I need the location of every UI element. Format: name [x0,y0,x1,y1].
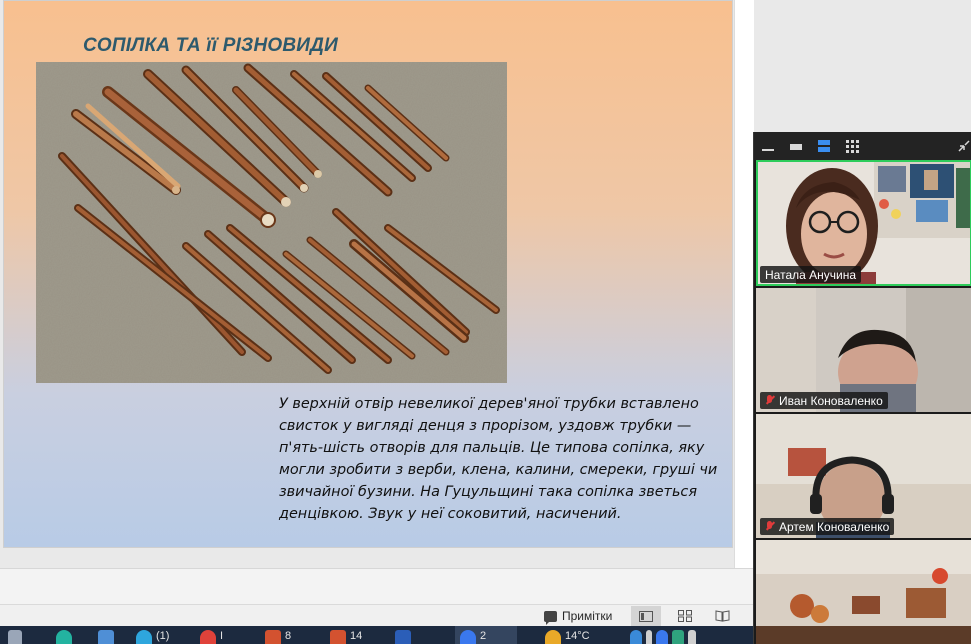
speaker-view-icon [818,139,830,152]
tray-small-icon [646,630,652,644]
taskbar-zoom[interactable]: 2 [460,630,486,644]
notes-toggle-label: Примітки [562,609,613,623]
gallery-view-button[interactable] [844,138,860,154]
word-icon [395,630,411,644]
normal-view-icon [639,610,653,622]
conference-toolbar [754,132,971,160]
slide-body-text[interactable]: У верхній отвір невеликої дерев'яної тру… [279,393,729,525]
participant-name: Иван Коноваленко [779,393,883,408]
taskbar-chrome[interactable]: I [200,630,223,644]
tray-zoom-icon [656,630,668,644]
taskbar-zoom-label: 2 [480,630,487,642]
participant-tile-3[interactable]: Артем Коноваленко [756,414,971,538]
slide[interactable]: СОПІЛКА ТА її РІЗНОВИДИ У верхній отвір … [3,0,733,548]
participant-name-tag: Артем Коноваленко [760,518,895,535]
powerpoint-icon [330,630,346,644]
editor-vertical-scrollbar[interactable] [734,0,754,568]
participant-name: Артем Коноваленко [779,519,890,534]
taskbar-weather[interactable]: 14°C [545,630,590,644]
video-conference-panel: Натала Анучина Иван Коноваленко Артем Ко… [753,132,971,644]
taskbar-powerpoint-1[interactable]: 8 [265,630,291,644]
calculator-icon [98,630,114,644]
participant-video-4 [756,540,971,644]
powerpoint-icon [265,630,281,644]
thumbnail-view-icon [790,144,802,150]
taskbar-powerpoint-1-label: 8 [285,630,292,642]
taskbar-word[interactable] [395,630,411,644]
taskbar-powerpoint-2[interactable]: 14 [330,630,362,644]
notes-toggle-button[interactable]: Примітки [538,606,618,626]
slide-sorter-view-button[interactable] [670,606,700,626]
participant-name-tag: Натала Анучина [760,266,862,283]
participant-tile-1[interactable]: Натала Анучина [756,160,971,286]
tray-onedrive-icon [630,630,642,644]
chrome-icon [200,630,216,644]
participant-name: Натала Анучина [765,267,857,282]
participant-name-tag: Иван Коноваленко [760,392,888,409]
edge-icon [56,630,72,644]
telegram-icon [136,630,152,644]
taskbar-powerpoint-2-label: 14 [350,630,363,642]
minimize-icon [762,149,774,151]
taskbar-task-view[interactable] [8,630,22,644]
taskbar-telegram-label: (1) [156,630,170,642]
taskbar-calculator[interactable] [98,630,114,644]
collapse-panel-button[interactable] [956,138,971,154]
taskbar-edge[interactable] [56,630,72,644]
tray-icons[interactable] [630,630,696,644]
grid-view-icon [678,610,692,622]
gallery-grid-icon [845,139,859,153]
weather-sun-icon [545,630,561,644]
tray-app-icon [672,630,684,644]
participant-tile-4[interactable] [756,540,971,644]
normal-view-button[interactable] [631,606,661,626]
taskbar-chrome-label: I [220,630,224,642]
hide-video-button[interactable] [788,138,804,154]
wooden-flutes-photo[interactable] [36,62,507,383]
task-view-icon [8,630,22,644]
collapse-arrows-icon [958,140,970,152]
participant-tile-2[interactable]: Иван Коноваленко [756,288,971,412]
mic-muted-icon [765,395,775,406]
reading-view-button[interactable] [707,606,737,626]
tray-network-icon [688,630,696,644]
zoom-icon [460,630,476,644]
book-icon [715,610,729,622]
taskbar-telegram[interactable]: (1) [136,630,169,644]
mic-muted-icon [765,521,775,532]
taskbar-weather-label: 14°C [565,630,590,642]
flutes-illustration [36,62,507,383]
notes-icon [544,610,557,625]
minimize-button[interactable] [760,138,776,154]
slide-title[interactable]: СОПІЛКА ТА її РІЗНОВИДИ [83,35,338,57]
speaker-view-button[interactable] [816,138,832,154]
app-window: СОПІЛКА ТА її РІЗНОВИДИ У верхній отвір … [0,0,971,644]
